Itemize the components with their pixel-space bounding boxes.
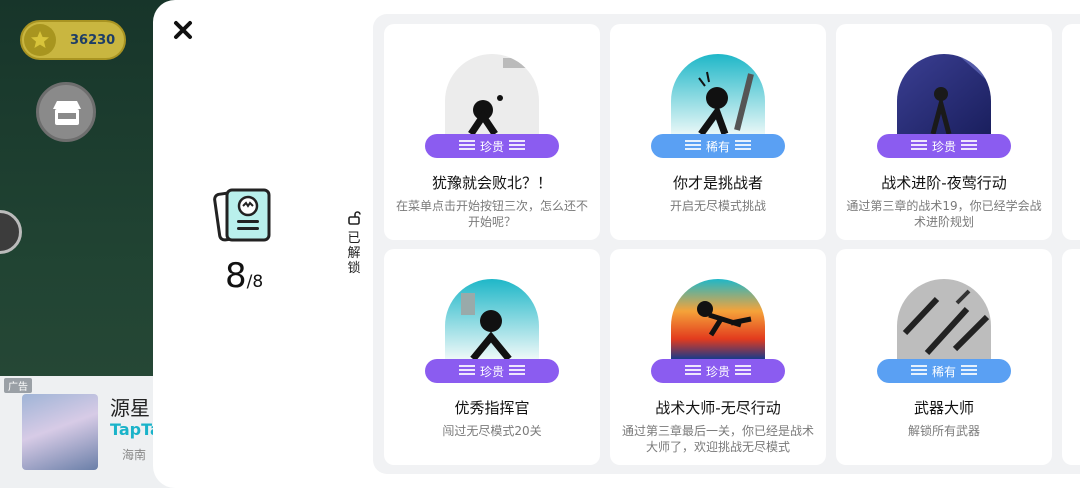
achievement-book-icon [213,186,273,246]
achievement-title: 优秀指挥官 [454,399,530,417]
ad-image [22,394,98,470]
achievement-card[interactable]: 珍贵 战术进阶-夜莺行动 通过第三章的战术19，你已经学会战术进阶规划 [836,24,1052,240]
rarity-badge: 珍贵 [877,134,1011,158]
ad-title: 源星 [110,396,150,420]
shop-icon [53,101,81,125]
ad-subtitle: 海南 [122,448,147,462]
achievement-card[interactable]: 稀有 武器大师 解锁所有武器 [836,249,1052,465]
achievement-grid: 珍贵 犹豫就会败北？！ 在菜单点击开始按钮三次，怎么还不开始呢？ 稀有 你才是挑… [373,14,1080,474]
achievement-card[interactable]: 珍贵 战术大师-无尽行动 通过第三章最后一关，你已经是战术大师了，欢迎挑战无尽模… [610,249,826,465]
achievement-card[interactable]: 珍贵 优秀指挥官 闯过无尽模式20关 [384,249,600,465]
achievement-title: 犹豫就会败北？！ [431,174,552,192]
achievement-desc: 解锁所有武器 [907,424,980,438]
unlock-icon [348,211,361,225]
achievements-modal: 8/8 已解锁 珍贵 犹豫就会败北？！ 在菜单点击开始按钮三次，怎么还不开始呢？… [153,0,1080,488]
achievement-card-partial[interactable] [1062,24,1080,240]
coin-balance: 36230 [20,20,126,60]
achievement-image [671,54,765,134]
achievement-desc: 开启无尽模式挑战 [669,199,766,213]
achievement-image [671,279,765,359]
achievement-desc: 通过第三章最后一关，你已经是战术大师了，欢迎挑战无尽模式 [621,424,814,454]
achievement-image [897,279,991,359]
character-face-button[interactable] [0,210,22,254]
ad-tag: 广告 [4,378,32,393]
coin-icon [24,24,56,56]
unlocked-count: 8/8 [225,256,263,296]
achievement-title: 战术进阶-夜莺行动 [881,174,1007,192]
shop-button[interactable] [36,82,96,142]
rarity-badge: 珍贵 [651,359,785,383]
rarity-badge: 珍贵 [425,134,559,158]
achievement-image [445,54,539,134]
achievement-desc: 在菜单点击开始按钮三次，怎么还不开始呢？ [395,199,588,229]
close-button[interactable] [171,18,195,42]
achievement-desc: 闯过无尽模式20关 [442,424,542,438]
close-icon [174,21,192,39]
tab-unlocked-label: 已解锁 [347,231,361,276]
tab-unlocked[interactable]: 已解锁 [343,210,365,276]
unlocked-count-total: /8 [246,272,264,292]
unlocked-count-number: 8 [225,256,247,296]
achievement-image [897,54,991,134]
coin-amount: 36230 [70,33,116,48]
achievement-title: 武器大师 [913,399,974,417]
achievement-card[interactable]: 稀有 你才是挑战者 开启无尽模式挑战 [610,24,826,240]
achievement-card-partial[interactable] [1062,249,1080,465]
achievement-desc: 通过第三章的战术19，你已经学会战术进阶规划 [846,199,1042,229]
rarity-badge: 稀有 [877,359,1011,383]
rarity-badge: 珍贵 [425,359,559,383]
achievement-card[interactable]: 珍贵 犹豫就会败北？！ 在菜单点击开始按钮三次，怎么还不开始呢？ [384,24,600,240]
achievement-title: 你才是挑战者 [672,174,763,192]
rarity-badge: 稀有 [651,134,785,158]
achievement-image [445,279,539,359]
achievement-title: 战术大师-无尽行动 [655,399,781,417]
